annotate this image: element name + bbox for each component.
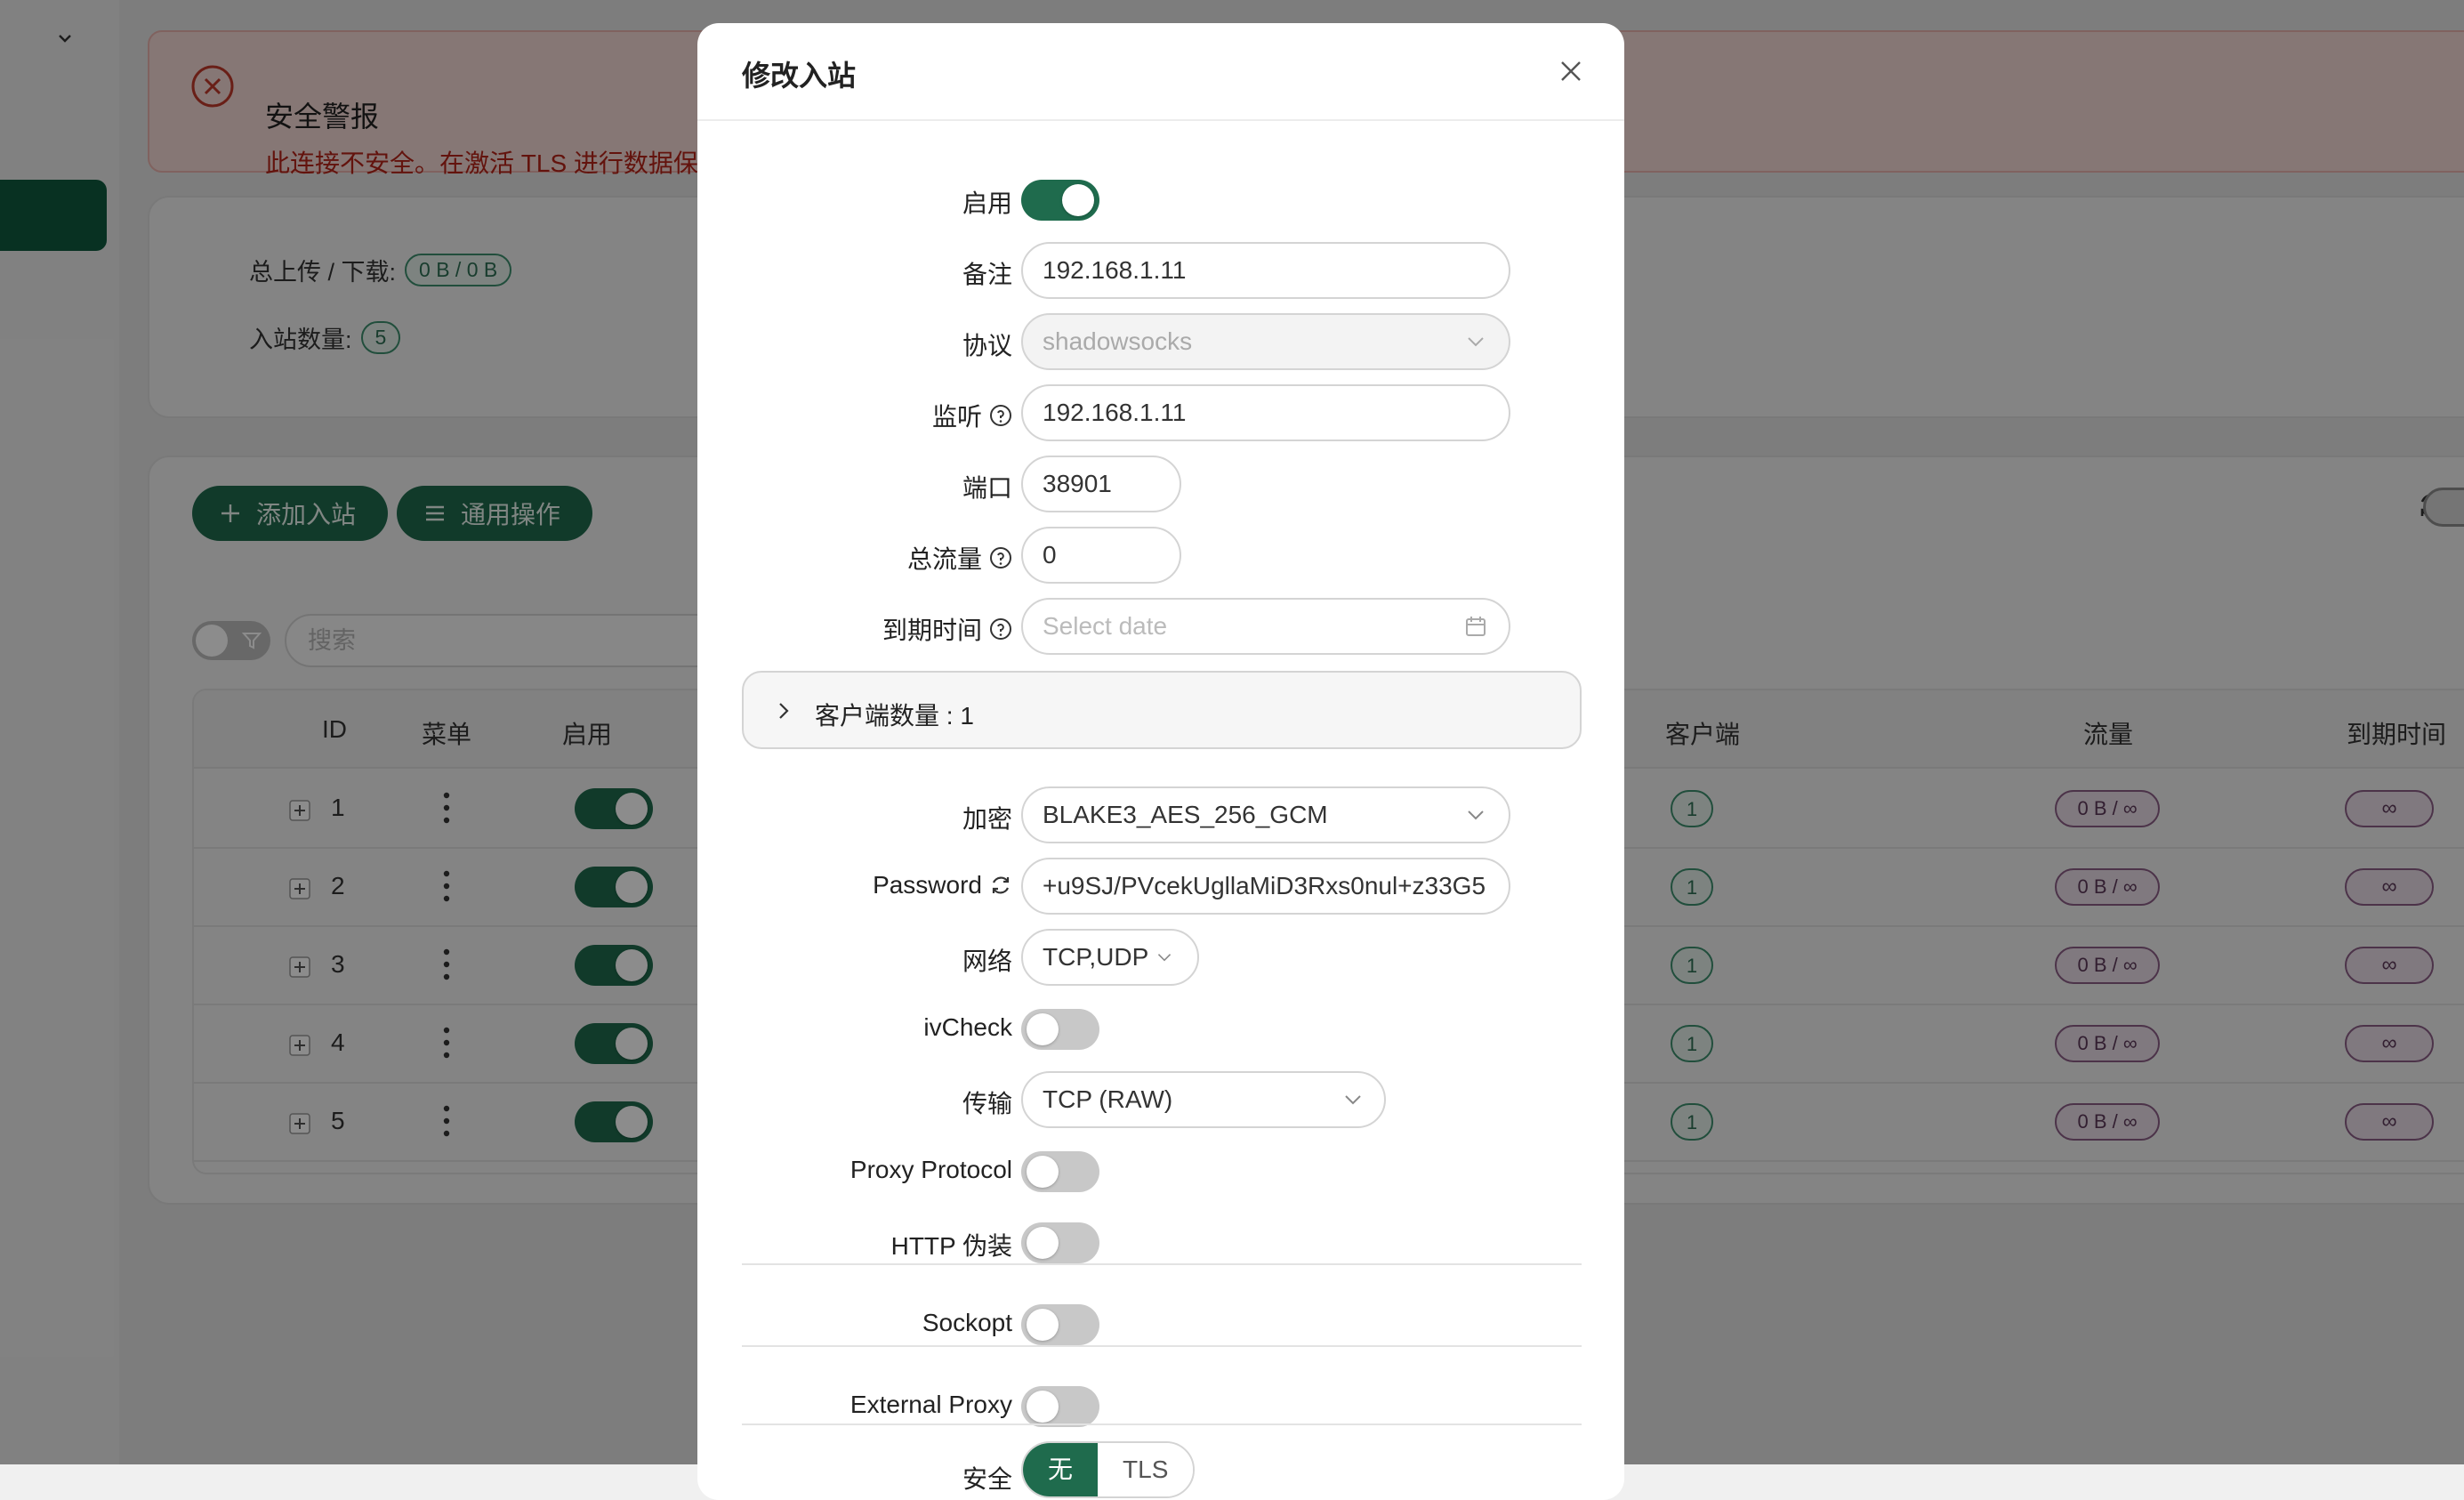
form-row-transport: 传输 TCP (RAW) (697, 1071, 1624, 1128)
http-camouflage-label-text: HTTP 伪装 (890, 1232, 1012, 1260)
form-row-total-traffic: 总流量 0 (697, 527, 1624, 584)
security-segmented-control: 无 TLS (1021, 1441, 1196, 1498)
help-icon[interactable] (989, 617, 1012, 641)
refresh-icon[interactable] (989, 874, 1012, 897)
form-row-listen: 监听 192.168.1.11 (697, 384, 1624, 441)
ivcheck-toggle[interactable] (1021, 1009, 1099, 1050)
form-row-password: Password +u9SJ/PVcekUgllaMiD3Rxs0nul+z33… (697, 858, 1624, 915)
transport-label: 传输 (962, 1085, 1012, 1120)
clients-collapse-panel[interactable]: 客户端数量 : 1 (742, 671, 1582, 749)
sockopt-label-text: Sockopt (922, 1309, 1012, 1336)
form-row-expiry: 到期时间 Select date (697, 598, 1624, 655)
password-label-text: Password (873, 871, 982, 899)
security-option-tls[interactable]: TLS (1098, 1443, 1194, 1496)
divider (742, 1263, 1582, 1265)
total-traffic-input[interactable]: 0 (1021, 527, 1181, 584)
proxy-protocol-label-text: Proxy Protocol (850, 1156, 1012, 1183)
port-label-text: 端口 (962, 474, 1012, 502)
form-row-remark: 备注 192.168.1.11 (697, 242, 1624, 299)
modal-title: 修改入站 (742, 60, 857, 92)
chevron-down-icon (1345, 1095, 1361, 1105)
divider (742, 1423, 1582, 1425)
http-camouflage-toggle[interactable] (1021, 1222, 1099, 1263)
calendar-icon (1466, 617, 1486, 636)
close-icon[interactable] (1557, 57, 1585, 85)
port-label: 端口 (962, 469, 1012, 504)
form-row-proxy-protocol: Proxy Protocol (697, 1142, 1624, 1199)
expiry-date-picker[interactable]: Select date (1021, 598, 1510, 655)
external-proxy-label-text: External Proxy (850, 1391, 1012, 1418)
port-input[interactable]: 38901 (1021, 456, 1181, 512)
transport-label-text: 传输 (962, 1090, 1012, 1117)
chevron-right-icon (779, 703, 789, 719)
help-icon[interactable] (989, 546, 1012, 569)
form-row-ivcheck: ivCheck (697, 1000, 1624, 1057)
http-camouflage-label: HTTP 伪装 (891, 1227, 1012, 1262)
form-row-port: 端口 38901 (697, 456, 1624, 512)
form-row-network: 网络 TCP,UDP (697, 929, 1624, 986)
encryption-label-text: 加密 (962, 805, 1012, 833)
form-row-enable: 启用 (697, 171, 1624, 228)
listen-label: 监听 (932, 398, 1012, 433)
form-row-protocol: 协议 shadowsocks (697, 313, 1624, 370)
expiry-label: 到期时间 (882, 611, 1012, 647)
encryption-label: 加密 (962, 800, 1012, 835)
transport-select[interactable]: TCP (RAW) (1021, 1071, 1386, 1128)
remark-label: 备注 (962, 255, 1012, 291)
enable-label-text: 启用 (962, 190, 1012, 217)
remark-label-text: 备注 (962, 261, 1012, 288)
enable-label: 启用 (962, 184, 1012, 220)
ivcheck-label-text: ivCheck (923, 1013, 1012, 1041)
network-label: 网络 (962, 942, 1012, 978)
help-icon[interactable] (989, 404, 1012, 427)
proxy-protocol-toggle[interactable] (1021, 1151, 1099, 1192)
total-traffic-label-text: 总流量 (906, 545, 982, 573)
expiry-placeholder: Select date (1043, 612, 1168, 640)
external-proxy-label: External Proxy (850, 1391, 1012, 1419)
chevron-down-icon (1468, 810, 1484, 820)
listen-input[interactable]: 192.168.1.11 (1021, 384, 1510, 441)
ivcheck-label: ivCheck (923, 1013, 1012, 1042)
form-row-external-proxy: External Proxy (697, 1377, 1624, 1434)
edit-inbound-modal: 修改入站 启用 备注 192.168.1.11 协议 shadowsocks 监… (697, 23, 1624, 1500)
security-label: 安全 (962, 1460, 1012, 1496)
proxy-protocol-label: Proxy Protocol (850, 1156, 1012, 1184)
network-select[interactable]: TCP,UDP (1021, 929, 1199, 986)
listen-label-text: 监听 (931, 403, 982, 431)
divider (742, 1345, 1582, 1347)
sockopt-label: Sockopt (922, 1309, 1012, 1337)
chevron-down-icon (1468, 337, 1484, 347)
encryption-select[interactable]: BLAKE3_AES_256_GCM (1021, 786, 1510, 843)
protocol-label: 协议 (962, 327, 1012, 362)
chevron-down-icon (1157, 954, 1172, 962)
form-row-encryption: 加密 BLAKE3_AES_256_GCM (697, 786, 1624, 843)
protocol-label-text: 协议 (962, 332, 1012, 359)
expiry-label-text: 到期时间 (882, 617, 982, 644)
network-label-text: 网络 (962, 948, 1012, 975)
security-option-none[interactable]: 无 (1023, 1443, 1099, 1496)
enable-toggle[interactable] (1021, 180, 1099, 221)
protocol-select[interactable]: shadowsocks (1021, 313, 1510, 370)
security-label-text: 安全 (962, 1465, 1012, 1493)
password-input[interactable]: +u9SJ/PVcekUgllaMiD3Rxs0nul+z33G5 (1021, 858, 1510, 915)
password-label: Password (873, 871, 1012, 899)
total-traffic-field-label: 总流量 (907, 540, 1012, 576)
clients-count-label: 客户端数量 : 1 (815, 702, 974, 730)
form-row-sockopt: Sockopt (697, 1295, 1624, 1352)
sockopt-toggle[interactable] (1021, 1304, 1099, 1345)
modal-header: 修改入站 (697, 23, 1624, 121)
form-row-http-camouflage: HTTP 伪装 (697, 1214, 1624, 1270)
external-proxy-toggle[interactable] (1021, 1386, 1099, 1427)
remark-input[interactable]: 192.168.1.11 (1021, 242, 1510, 299)
